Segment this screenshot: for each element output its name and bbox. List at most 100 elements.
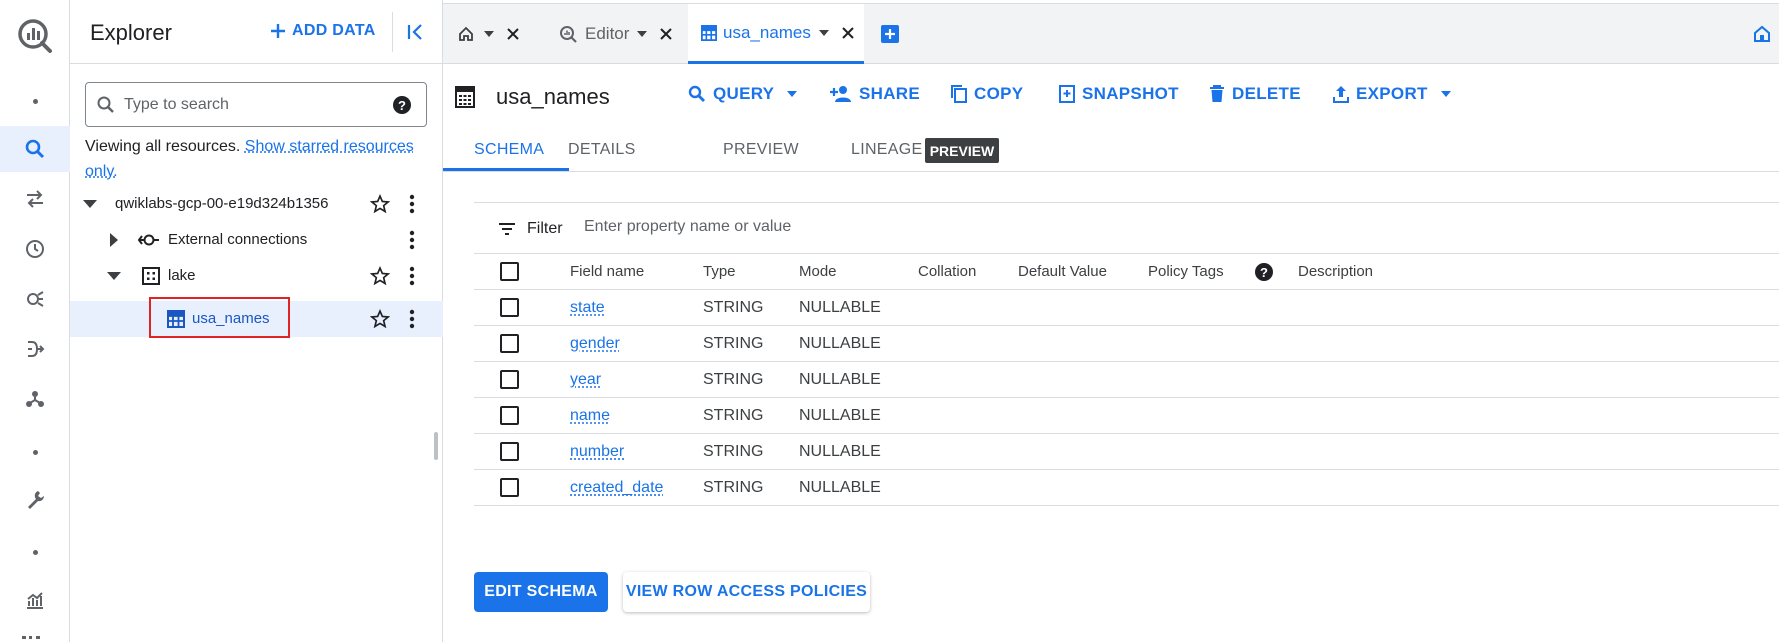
- rail-dataform[interactable]: [0, 326, 70, 372]
- panel-resize-handle[interactable]: [434, 432, 438, 460]
- share-button[interactable]: SHARE: [830, 84, 920, 104]
- field-name-link[interactable]: number: [570, 443, 624, 461]
- field-name-link[interactable]: gender: [570, 335, 620, 353]
- row-checkbox[interactable]: [500, 442, 519, 461]
- rail-settings[interactable]: [0, 476, 70, 522]
- filter-icon: [499, 223, 515, 235]
- chevron-down-icon[interactable]: [818, 29, 829, 37]
- close-icon[interactable]: [659, 27, 673, 41]
- search-input[interactable]: [124, 95, 384, 114]
- bigquery-logo[interactable]: [0, 10, 70, 62]
- field-type: STRING: [703, 443, 764, 460]
- svg-text:?: ?: [398, 98, 406, 113]
- rail-analytics-hub[interactable]: [0, 276, 70, 322]
- row-checkbox[interactable]: [500, 298, 519, 317]
- subtab-lineage[interactable]: LINEAGE: [851, 141, 922, 159]
- wrench-icon: [28, 491, 45, 509]
- add-data-button[interactable]: ADD DATA: [270, 22, 376, 40]
- explorer-search[interactable]: ?: [85, 82, 427, 127]
- table-row: name STRING NULLABLE: [474, 398, 1779, 434]
- table-row: state STRING NULLABLE: [474, 290, 1779, 326]
- star-icon[interactable]: [370, 309, 390, 329]
- subtab-details[interactable]: DETAILS: [568, 141, 636, 159]
- header-policy-tags[interactable]: Policy Tags: [1148, 263, 1224, 280]
- row-checkbox[interactable]: [500, 478, 519, 497]
- field-name-link[interactable]: state: [570, 299, 605, 317]
- rail-dot-2: [0, 429, 70, 475]
- help-icon[interactable]: ?: [392, 95, 412, 115]
- plus-icon: [271, 24, 285, 38]
- tree-external-connections-row[interactable]: External connections: [70, 222, 443, 258]
- field-name-link[interactable]: created_date: [570, 479, 663, 497]
- close-icon[interactable]: [506, 27, 520, 41]
- row-checkbox[interactable]: [500, 334, 519, 353]
- field-mode: NULLABLE: [799, 407, 881, 424]
- more-vert-icon[interactable]: [402, 309, 422, 329]
- select-all-checkbox[interactable]: [500, 262, 519, 281]
- table-row: created_date STRING NULLABLE: [474, 470, 1779, 506]
- chevron-down-icon: [1440, 91, 1451, 97]
- svg-text:?: ?: [1260, 265, 1268, 280]
- search-icon: [25, 139, 45, 159]
- row-checkbox[interactable]: [500, 370, 519, 389]
- view-row-access-policies-button[interactable]: VIEW ROW ACCESS POLICIES: [623, 572, 870, 612]
- header-type[interactable]: Type: [703, 263, 736, 280]
- add-box-icon: [881, 25, 899, 43]
- field-mode: NULLABLE: [799, 299, 881, 316]
- tab-usa-names[interactable]: usa_names: [688, 4, 864, 64]
- subtab-schema[interactable]: SCHEMA: [474, 141, 544, 159]
- row-checkbox[interactable]: [500, 406, 519, 425]
- field-name-link[interactable]: year: [570, 371, 601, 389]
- connection-icon: [138, 234, 159, 246]
- chevron-down-icon[interactable]: [637, 30, 648, 38]
- tab-editor[interactable]: Editor: [559, 4, 673, 64]
- query-button[interactable]: QUERY: [688, 84, 798, 104]
- copy-button[interactable]: COPY: [951, 84, 1023, 104]
- tab-home[interactable]: [458, 4, 520, 64]
- star-icon[interactable]: [370, 194, 390, 214]
- monitoring-icon: [27, 592, 43, 609]
- table-icon: [701, 24, 717, 41]
- table-row: gender STRING NULLABLE: [474, 326, 1779, 362]
- collapse-explorer-button[interactable]: [406, 22, 426, 42]
- subtab-preview[interactable]: PREVIEW: [723, 141, 799, 159]
- header-default-value[interactable]: Default Value: [1018, 263, 1107, 280]
- rail-scheduled[interactable]: [0, 226, 70, 272]
- tree-project-row[interactable]: qwiklabs-gcp-00-e19d324b1356: [70, 186, 443, 222]
- copy-label: COPY: [974, 84, 1024, 103]
- export-button[interactable]: EXPORT: [1333, 84, 1451, 104]
- rail-transfers[interactable]: [0, 176, 70, 222]
- rail-search[interactable]: [0, 126, 70, 172]
- field-type: STRING: [703, 335, 764, 352]
- more-vert-icon[interactable]: [402, 194, 422, 214]
- bigquery-logo-icon: [18, 19, 52, 53]
- field-type: STRING: [703, 479, 764, 496]
- edit-schema-button[interactable]: EDIT SCHEMA: [474, 572, 608, 612]
- rail-monitoring[interactable]: [0, 577, 70, 623]
- more-vert-icon[interactable]: [402, 266, 422, 286]
- tree-lake-row[interactable]: lake: [70, 258, 443, 294]
- caret-right-icon[interactable]: [109, 233, 119, 247]
- field-mode: NULLABLE: [799, 479, 881, 496]
- help-icon[interactable]: ?: [1254, 262, 1274, 282]
- header-description[interactable]: Description: [1298, 263, 1373, 280]
- caret-down-icon[interactable]: [83, 198, 97, 210]
- field-name-link[interactable]: name: [570, 407, 610, 425]
- field-mode: NULLABLE: [799, 371, 881, 388]
- chevron-down-icon[interactable]: [484, 30, 494, 38]
- close-icon[interactable]: [841, 26, 855, 40]
- rail-partner-center[interactable]: [0, 376, 70, 422]
- home-shortcut-button[interactable]: [1753, 4, 1771, 64]
- caret-down-icon[interactable]: [107, 270, 121, 282]
- header-field-name[interactable]: Field name: [570, 263, 644, 280]
- header-collation[interactable]: Collation: [918, 263, 976, 280]
- star-icon[interactable]: [370, 266, 390, 286]
- delete-button[interactable]: DELETE: [1209, 84, 1301, 104]
- filter-input[interactable]: [584, 218, 984, 236]
- snapshot-button[interactable]: SNAPSHOT: [1059, 84, 1179, 104]
- new-tab-button[interactable]: [881, 4, 899, 64]
- query-label: QUERY: [713, 84, 775, 103]
- header-mode[interactable]: Mode: [799, 263, 837, 280]
- highlight-annotation: [149, 297, 290, 338]
- more-vert-icon[interactable]: [402, 230, 422, 250]
